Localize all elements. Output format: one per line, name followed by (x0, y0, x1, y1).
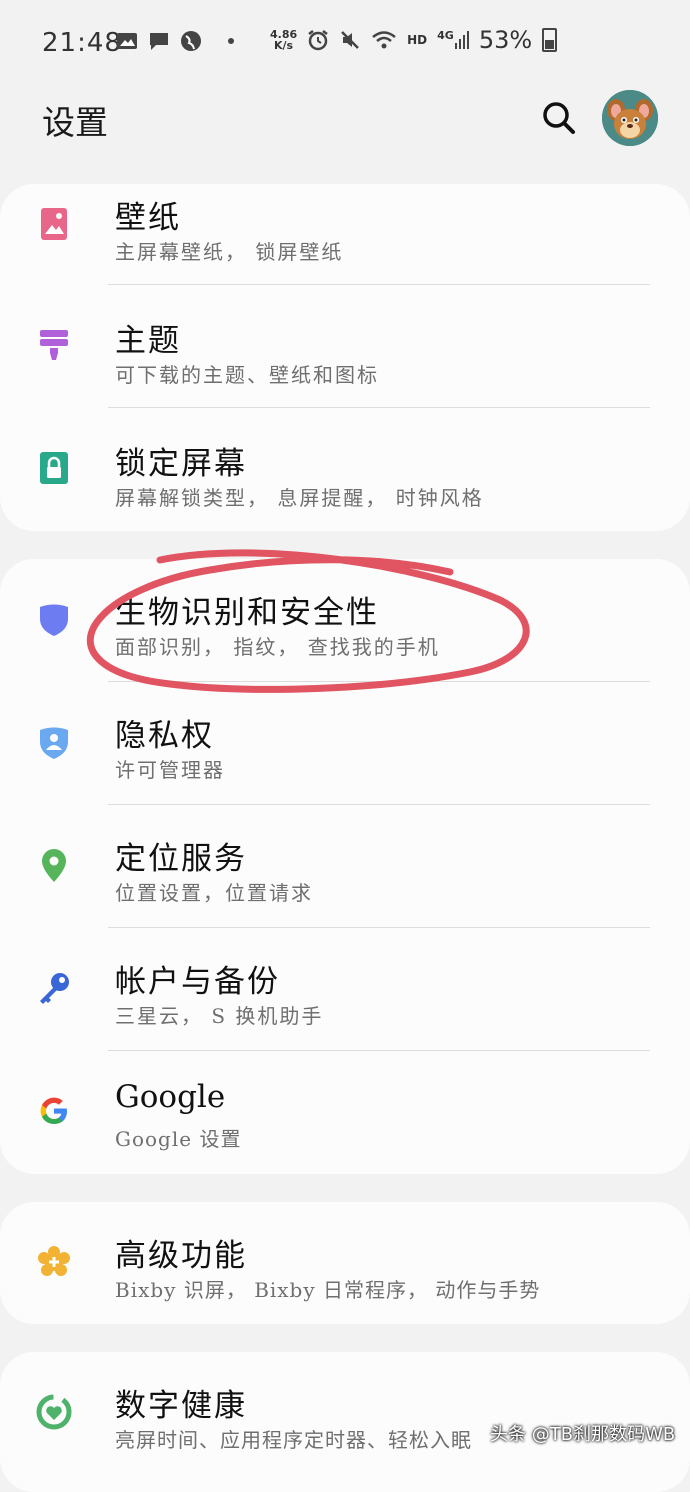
search-icon[interactable] (539, 98, 579, 138)
notification-dot (228, 38, 234, 44)
status-time: 21:48 (42, 28, 122, 58)
settings-item-privacy[interactable]: 隐私权 许可管理器 (0, 682, 690, 805)
advanced-gear-icon (38, 1246, 70, 1276)
item-subtitle: 屏幕解锁类型， 息屏提醒， 时钟风格 (115, 486, 484, 510)
shield-icon (40, 604, 68, 636)
item-subtitle: 可下载的主题、壁纸和图标 (115, 363, 379, 387)
item-subtitle: 主屏幕壁纸， 锁屏壁纸 (115, 240, 344, 264)
settings-item-location[interactable]: 定位服务 位置设置，位置请求 (0, 805, 690, 928)
item-title: Google (115, 1079, 226, 1115)
settings-group-advanced: 高级功能 Bixby 识屏， Bixby 日常程序， 动作与手势 (0, 1202, 690, 1324)
theme-brush-icon (40, 330, 68, 360)
battery-icon (542, 28, 558, 52)
settings-item-biometrics-security[interactable]: 生物识别和安全性 面部识别， 指纹， 查找我的手机 (0, 559, 690, 682)
digital-wellbeing-icon (36, 1394, 72, 1430)
message-icon (150, 33, 168, 50)
settings-item-accounts-backup[interactable]: 帐户与备份 三星云， S 换机助手 (0, 928, 690, 1051)
avatar[interactable] (602, 90, 658, 146)
hd-indicator: HD (407, 33, 428, 47)
page-title: 设置 (42, 103, 108, 142)
signal-indicator: 4G (437, 29, 469, 51)
item-title: 隐私权 (115, 718, 214, 754)
item-subtitle: 位置设置，位置请求 (115, 881, 313, 905)
settings-item-lock-screen[interactable]: 锁定屏幕 屏幕解锁类型， 息屏提醒， 时钟风格 (0, 408, 690, 531)
settings-item-google[interactable]: Google Google 设置 (0, 1051, 690, 1174)
item-title: 数字健康 (115, 1388, 247, 1424)
network-speed: 4.86 K/s (270, 28, 298, 52)
settings-item-theme[interactable]: 主题 可下载的主题、壁纸和图标 (0, 285, 690, 408)
location-pin-icon (42, 849, 66, 882)
item-title: 高级功能 (115, 1238, 247, 1274)
key-icon (40, 973, 69, 1004)
mute-icon (341, 31, 360, 49)
privacy-shield-icon (40, 727, 68, 759)
item-title: 壁纸 (115, 200, 181, 236)
settings-item-wallpaper[interactable]: 壁纸 主屏幕壁纸， 锁屏壁纸 (0, 184, 690, 285)
item-subtitle: 三星云， S 换机助手 (115, 1004, 324, 1028)
google-icon (40, 1097, 67, 1124)
image-icon (117, 33, 137, 49)
lock-screen-icon (40, 452, 68, 484)
item-subtitle: 许可管理器 (115, 758, 225, 782)
alarm-icon (308, 30, 328, 51)
item-title: 定位服务 (115, 841, 247, 877)
item-subtitle: Google 设置 (115, 1127, 242, 1151)
settings-group-personalization: 壁纸 主屏幕壁纸， 锁屏壁纸 主题 可下载的主题、壁纸和图标 锁定屏幕 屏幕解锁… (0, 184, 690, 531)
wifi-icon (372, 31, 396, 49)
item-title: 锁定屏幕 (115, 446, 247, 482)
wallpaper-icon (41, 208, 67, 240)
settings-group-security: 生物识别和安全性 面部识别， 指纹， 查找我的手机 隐私权 许可管理器 定位服务… (0, 559, 690, 1174)
item-title: 生物识别和安全性 (115, 595, 379, 631)
watermark: 头条 @TB刹那数码WB (490, 1424, 676, 1445)
globe-icon (181, 31, 201, 51)
profile-picture (602, 90, 658, 146)
item-subtitle: 面部识别， 指纹， 查找我的手机 (115, 635, 440, 659)
item-title: 主题 (115, 323, 181, 359)
status-bar: 21:48 4.86 K/s HD 4G 53% (0, 0, 690, 86)
signal-icon (454, 31, 469, 49)
item-subtitle: 亮屏时间、应用程序定时器、轻松入眠 (115, 1428, 472, 1452)
item-title: 帐户与备份 (115, 964, 280, 1000)
settings-item-advanced-features[interactable]: 高级功能 Bixby 识屏， Bixby 日常程序， 动作与手势 (0, 1202, 690, 1325)
item-subtitle: Bixby 识屏， Bixby 日常程序， 动作与手势 (115, 1278, 541, 1302)
battery-percent: 53% (478, 26, 533, 54)
